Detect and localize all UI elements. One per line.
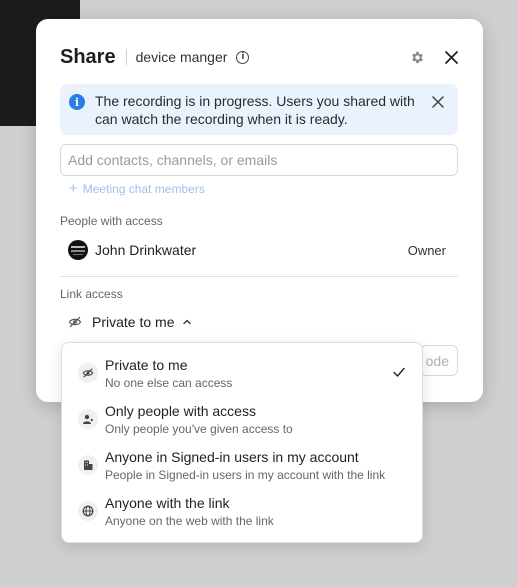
gear-icon[interactable] xyxy=(409,49,425,65)
link-access-menu: Private to me No one else can access Onl… xyxy=(61,342,423,543)
option-desc: Only people you've given access to xyxy=(105,422,293,436)
link-access-value: Private to me xyxy=(92,314,175,330)
option-desc: People in Signed-in users in my account … xyxy=(105,468,386,482)
chevron-up-icon xyxy=(182,317,192,327)
option-desc: Anyone on the web with the link xyxy=(105,514,274,528)
banner-message: The recording is in progress. Users you … xyxy=(95,93,415,127)
menu-option-signed-in-users[interactable]: Anyone in Signed-in users in my account … xyxy=(62,443,422,487)
option-title: Anyone in Signed-in users in my account xyxy=(105,449,359,465)
building-icon xyxy=(78,455,98,475)
person-row: John Drinkwater Owner xyxy=(68,239,446,261)
option-title: Only people with access xyxy=(105,403,256,419)
title-divider xyxy=(125,49,127,65)
recording-name: device manger xyxy=(135,49,228,65)
dismiss-banner-icon[interactable] xyxy=(432,95,444,108)
globe-icon xyxy=(78,501,98,521)
meeting-chat-members-link[interactable]: + Meeting chat members xyxy=(69,181,205,196)
link-access-select[interactable]: Private to me xyxy=(68,311,192,333)
meeting-chat-label: Meeting chat members xyxy=(82,181,205,196)
option-title: Private to me xyxy=(105,357,188,373)
info-circle-icon: i xyxy=(69,94,85,110)
contacts-input[interactable] xyxy=(60,144,458,176)
close-icon[interactable] xyxy=(443,49,459,65)
people-section-label: People with access xyxy=(60,214,163,228)
divider xyxy=(60,276,458,277)
info-icon[interactable]: i xyxy=(236,50,250,64)
avatar xyxy=(68,240,88,260)
menu-option-anyone-with-link[interactable]: Anyone with the link Anyone on the web w… xyxy=(62,489,422,533)
plus-icon: + xyxy=(69,180,78,197)
person-icon xyxy=(78,409,98,429)
option-title: Anyone with the link xyxy=(105,495,230,511)
eye-slash-icon xyxy=(68,315,82,329)
eye-slash-icon xyxy=(78,363,98,383)
copy-code-label: ode xyxy=(425,353,449,369)
menu-option-people-with-access[interactable]: Only people with access Only people you'… xyxy=(62,397,422,441)
checkmark-icon xyxy=(392,365,406,379)
menu-option-private[interactable]: Private to me No one else can access xyxy=(62,351,422,395)
option-desc: No one else can access xyxy=(105,376,233,390)
dialog-title: Share xyxy=(60,45,116,68)
dialog-header: Share device manger i xyxy=(60,43,459,71)
person-role: Owner xyxy=(407,242,446,258)
person-name: John Drinkwater xyxy=(95,242,197,258)
link-access-label: Link access xyxy=(60,287,123,301)
copy-code-button[interactable]: ode xyxy=(420,345,458,376)
recording-banner: i The recording is in progress. Users yo… xyxy=(60,84,458,135)
